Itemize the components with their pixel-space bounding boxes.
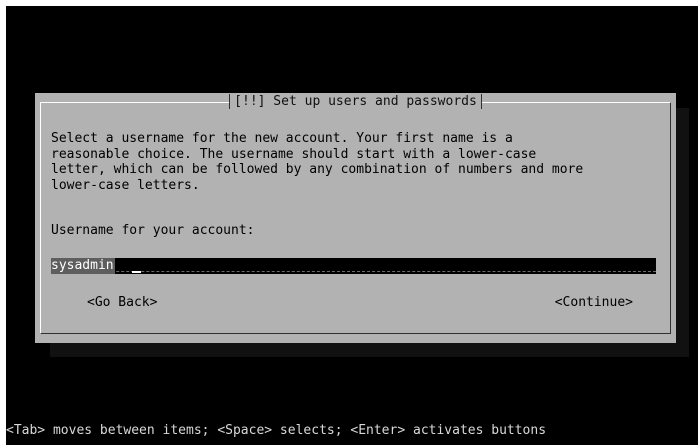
username-value: sysadmin bbox=[51, 258, 115, 274]
users-passwords-dialog: [!!] Set up users and passwords Select a… bbox=[35, 93, 676, 343]
go-back-button[interactable]: <Go Back> bbox=[87, 295, 157, 311]
input-underline bbox=[51, 271, 656, 272]
dialog-title-bar: [!!] Set up users and passwords bbox=[35, 94, 676, 110]
text-cursor bbox=[132, 271, 141, 273]
key-hint-status-bar: <Tab> moves between items; <Space> selec… bbox=[6, 423, 547, 438]
username-input[interactable]: sysadmin bbox=[51, 258, 656, 274]
continue-button[interactable]: <Continue> bbox=[555, 295, 633, 311]
dialog-description: Select a username for the new account. Y… bbox=[51, 131, 584, 193]
dialog-title: [!!] Set up users and passwords bbox=[229, 94, 482, 109]
username-label: Username for your account: bbox=[51, 223, 255, 238]
installer-screen: [!!] Set up users and passwords Select a… bbox=[6, 6, 698, 445]
